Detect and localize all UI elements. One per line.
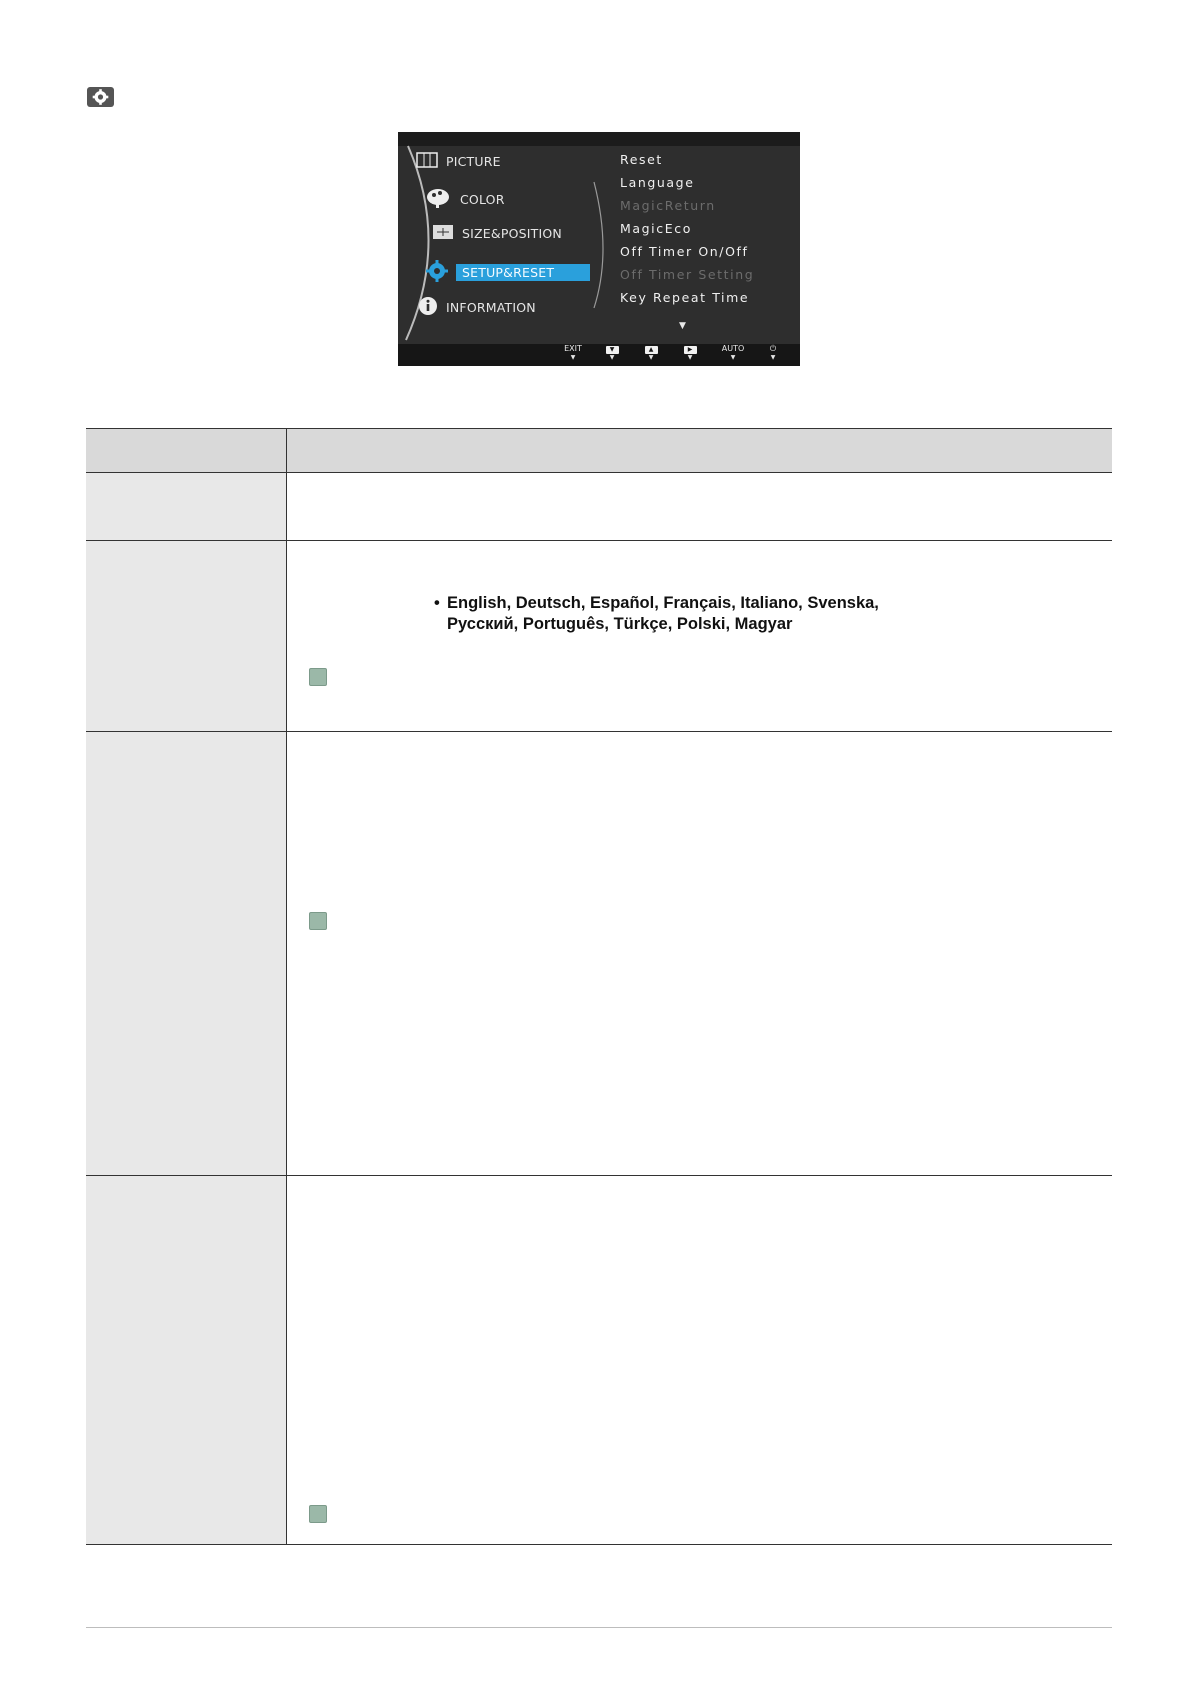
- table-cell-label: [86, 732, 287, 1175]
- table-header-description: [287, 429, 1112, 472]
- color-palette-icon: [426, 188, 452, 211]
- osd-menu-screenshot: PICTURE COLOR SIZE&POSITION SETUP&RESET …: [398, 132, 800, 366]
- table-row-magiceco: [86, 732, 1112, 1176]
- table-cell-label: [86, 473, 287, 540]
- table-row-language: • English, Deutsch, Español, Français, I…: [86, 541, 1112, 732]
- table-cell-description: • English, Deutsch, Español, Français, I…: [287, 541, 1112, 731]
- osd-option-reset[interactable]: Reset: [620, 152, 663, 167]
- osd-option-off-timer-on-off[interactable]: Off Timer On/Off: [620, 244, 749, 259]
- picture-icon: [416, 152, 438, 171]
- table-cell-label: [86, 1176, 287, 1544]
- setup-gear-icon: [87, 87, 114, 107]
- info-icon: [418, 296, 438, 319]
- table-row-reset: [86, 473, 1112, 541]
- note-icon: [309, 912, 327, 930]
- table-row-off-timer: [86, 1176, 1112, 1545]
- table-cell-label: [86, 541, 287, 731]
- table-header-row: [86, 429, 1112, 473]
- table-cell-description: [287, 473, 1112, 540]
- note-icon: [309, 668, 327, 686]
- auto-button[interactable]: AUTO ▼: [720, 344, 746, 364]
- down-button[interactable]: ▼ ▼: [599, 344, 625, 364]
- enter-button[interactable]: ▶ ▼: [677, 344, 703, 364]
- up-button[interactable]: ▲ ▼: [638, 344, 664, 364]
- osd-item-setup-reset[interactable]: SETUP&RESET: [426, 260, 591, 285]
- language-list: • English, Deutsch, Español, Français, I…: [434, 594, 879, 633]
- footer-divider: [86, 1627, 1112, 1628]
- table-cell-description: [287, 732, 1112, 1175]
- osd-item-picture[interactable]: PICTURE: [416, 152, 501, 171]
- table-header-menu: [86, 429, 287, 472]
- power-button[interactable]: ⏻ ▼: [760, 344, 786, 364]
- setup-gear-icon: [426, 260, 448, 285]
- table-cell-description: [287, 1176, 1112, 1544]
- settings-table: • English, Deutsch, Español, Français, I…: [86, 428, 1112, 1545]
- osd-option-language[interactable]: Language: [620, 175, 695, 190]
- osd-option-magicreturn: MagicReturn: [620, 198, 716, 213]
- osd-option-key-repeat-time[interactable]: Key Repeat Time: [620, 290, 749, 305]
- language-list-line-2: Русский, Português, Türkçe, Polski, Magy…: [447, 615, 793, 633]
- exit-button[interactable]: EXIT ▼: [560, 344, 586, 364]
- note-icon: [309, 1505, 327, 1523]
- osd-option-off-timer-setting: Off Timer Setting: [620, 267, 755, 282]
- osd-item-information[interactable]: INFORMATION: [418, 296, 536, 319]
- size-position-icon: [432, 224, 454, 243]
- power-icon: ⏻: [769, 344, 777, 353]
- more-down-icon: ▼: [679, 321, 686, 331]
- osd-option-magiceco[interactable]: MagicEco: [620, 221, 692, 236]
- osd-item-size-position[interactable]: SIZE&POSITION: [432, 224, 562, 243]
- osd-item-color[interactable]: COLOR: [426, 188, 505, 211]
- language-list-line-1: English, Deutsch, Español, Français, Ita…: [447, 594, 879, 612]
